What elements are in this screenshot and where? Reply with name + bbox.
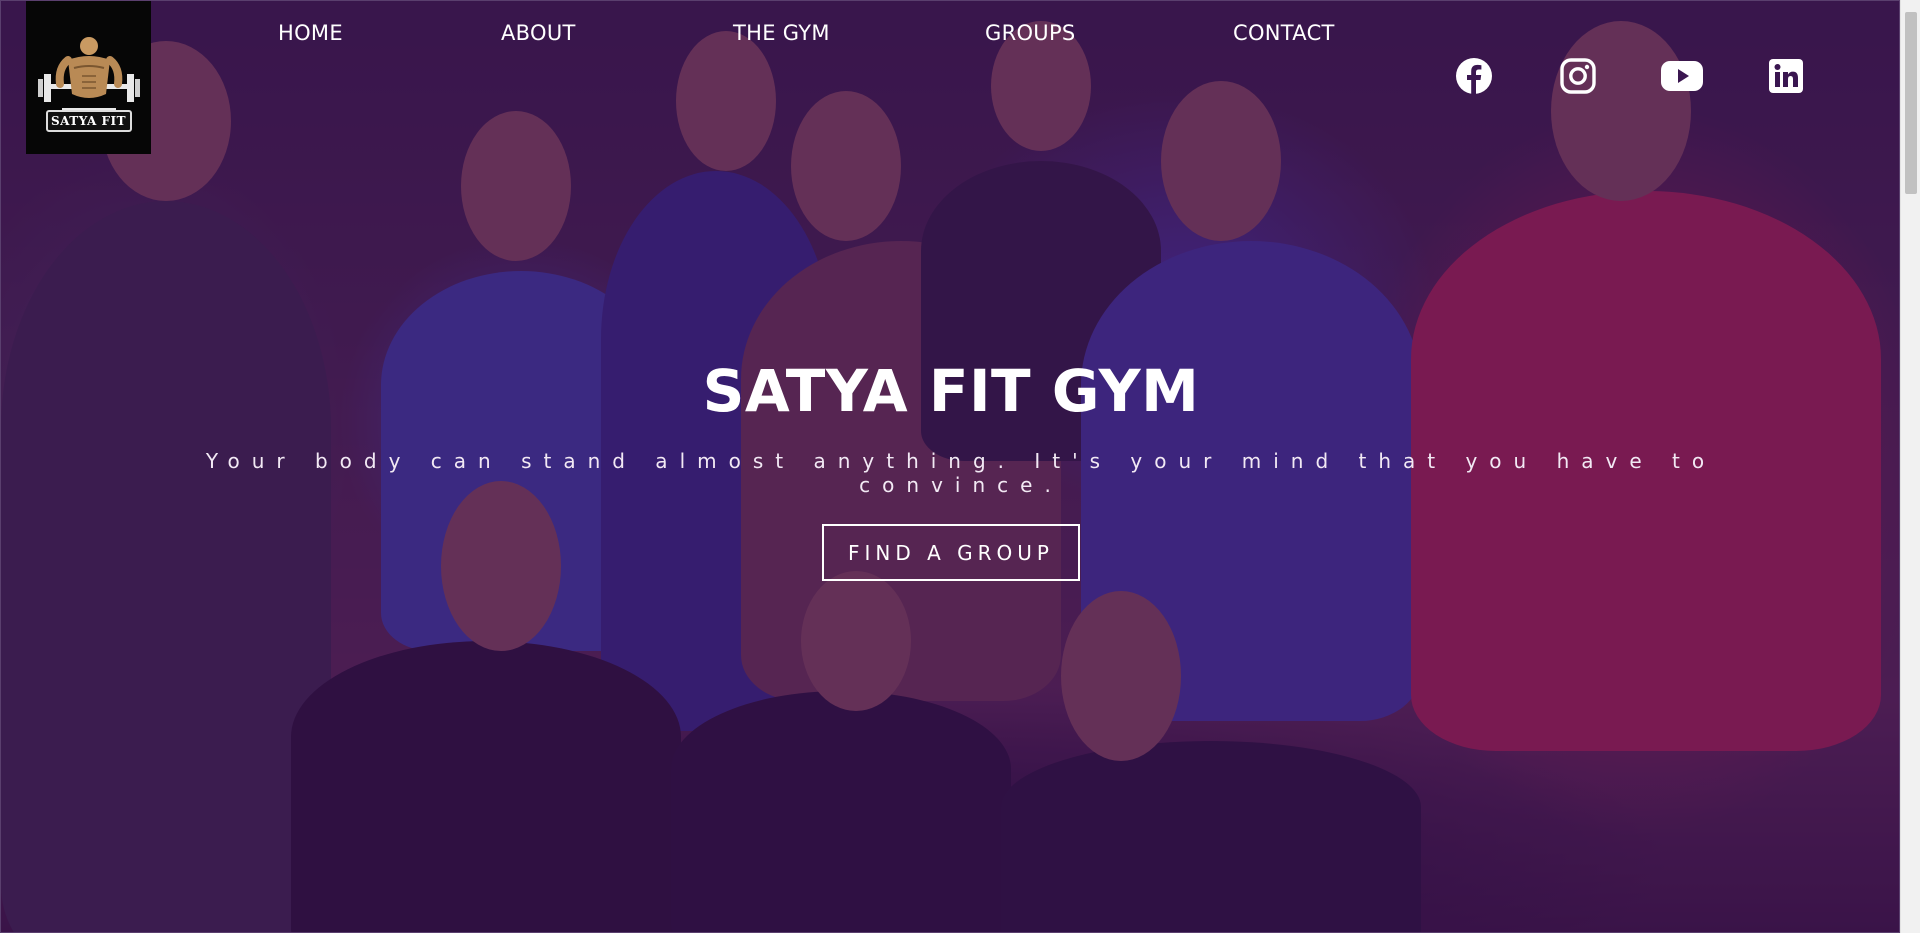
- instagram-icon[interactable]: [1559, 57, 1597, 95]
- youtube-icon[interactable]: [1661, 57, 1703, 95]
- scrollbar-thumb[interactable]: [1905, 12, 1917, 194]
- page-viewport: ★ ★ ★ SATYA FIT HOME ABOUT THE GYM GROUP…: [0, 0, 1900, 933]
- nav-about[interactable]: ABOUT: [501, 21, 576, 45]
- nav-contact[interactable]: CONTACT: [1233, 21, 1335, 45]
- facebook-icon[interactable]: [1455, 57, 1493, 95]
- vertical-scrollbar[interactable]: [1900, 0, 1920, 933]
- main-nav: HOME ABOUT THE GYM GROUPS CONTACT: [1, 21, 1899, 51]
- nav-the-gym[interactable]: THE GYM: [733, 21, 830, 45]
- linkedin-icon[interactable]: [1767, 57, 1805, 95]
- find-a-group-button[interactable]: FIND A GROUP: [822, 524, 1080, 581]
- nav-groups[interactable]: GROUPS: [985, 21, 1076, 45]
- hero-title: SATYA FIT GYM: [702, 357, 1200, 425]
- hero-tagline: Your body can stand almost anything. It'…: [205, 449, 1717, 497]
- nav-home[interactable]: HOME: [278, 21, 343, 45]
- logo-wordmark: SATYA FIT: [45, 109, 132, 132]
